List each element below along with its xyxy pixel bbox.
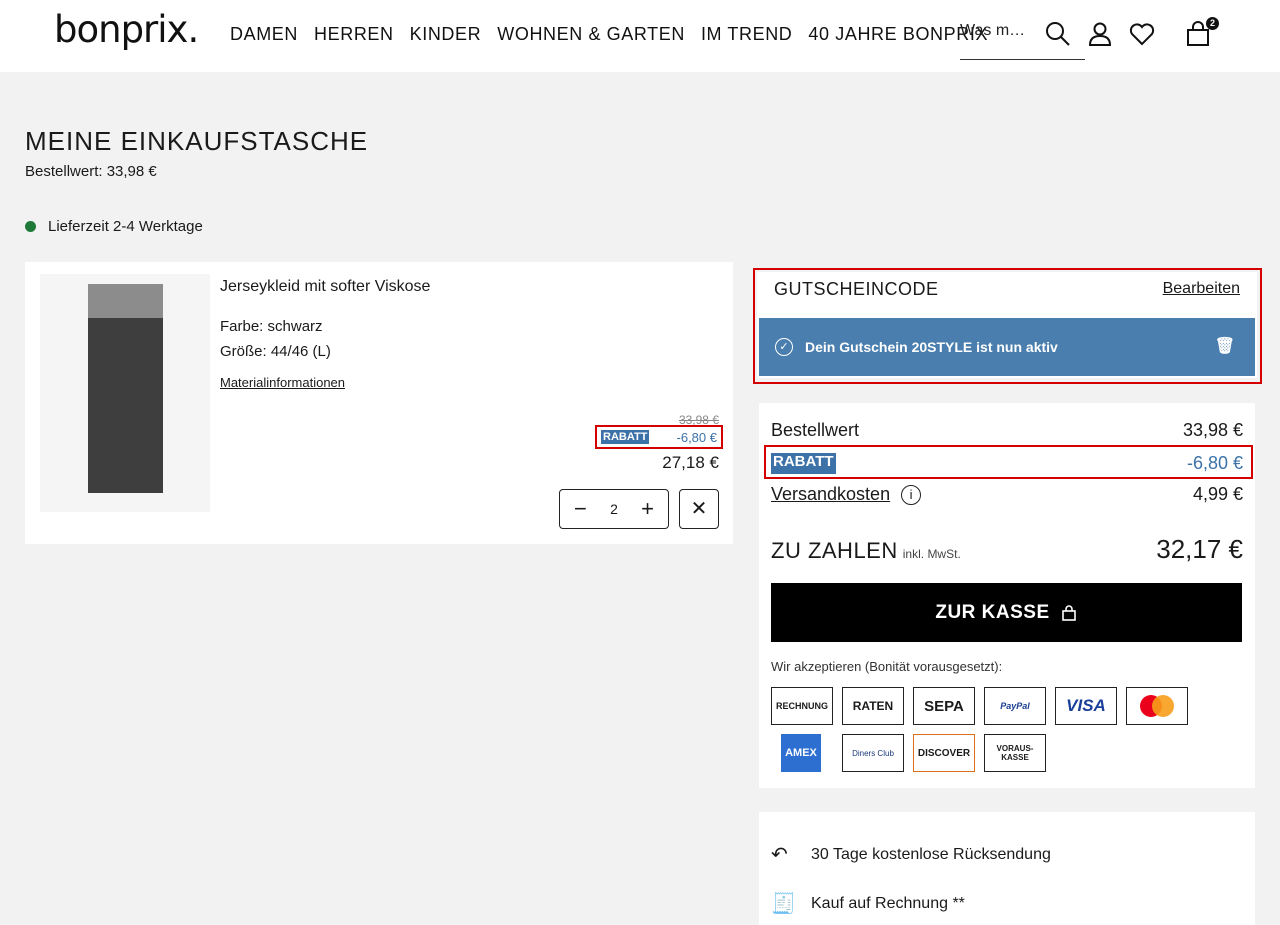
quantity-stepper: − 2 + — [559, 489, 669, 529]
checkout-button[interactable]: ZUR KASSE — [771, 583, 1242, 642]
to-pay-label: ZU ZAHLEN — [771, 538, 898, 563]
payment-mastercard-logo — [1126, 687, 1188, 725]
order-value-amount: 33,98 € — [1182, 420, 1243, 440]
check-circle-icon: ✓ — [775, 338, 793, 356]
invoice-text: Kauf auf Rechnung ** — [811, 894, 965, 912]
returns-info: ↶ 30 Tage kostenlose Rücksendung — [771, 842, 1051, 867]
material-info-link[interactable]: Materialinformationen — [220, 375, 345, 390]
product-image-body — [88, 318, 163, 493]
nav-herren[interactable]: HERREN — [314, 24, 394, 45]
checkout-label: ZUR KASSE — [935, 601, 1050, 623]
voucher-message: Dein Gutschein 20STYLE ist nun aktiv — [805, 339, 1058, 355]
shipping-amount: 4,99 € — [1192, 484, 1243, 504]
summary-shipping-row: Versandkosten i 4,99 € — [771, 484, 1243, 506]
voucher-edit-link[interactable]: Bearbeiten — [1163, 280, 1240, 298]
cart-item-card: Jerseykleid mit softer Viskose Farbe: sc… — [25, 262, 733, 544]
summary-discount-highlight — [764, 445, 1253, 479]
user-icon[interactable] — [1086, 20, 1114, 48]
status-dot-icon — [25, 221, 36, 232]
product-color: Farbe: schwarz — [220, 318, 323, 335]
remove-item-button[interactable]: ✕ — [679, 489, 719, 529]
service-info: ↶ 30 Tage kostenlose Rücksendung 🧾 Kauf … — [759, 812, 1255, 925]
product-image-top — [88, 284, 163, 318]
payment-visa-logo: VISA — [1055, 687, 1117, 725]
plus-button[interactable]: + — [641, 496, 654, 522]
voucher-panel: GUTSCHEINCODE Bearbeiten ✓ Dein Gutschei… — [757, 272, 1257, 378]
nav-im-trend[interactable]: IM TREND — [701, 24, 792, 45]
cart-count-badge: 2 — [1206, 17, 1219, 30]
payment-sepa-logo: SEPA — [913, 687, 975, 725]
payment-diners-logo: Diners Club — [842, 734, 904, 772]
page-title: MEINE EINKAUFSTASCHE — [25, 126, 369, 156]
payment-amex-logo: AMEX — [781, 734, 821, 772]
discount-badge: RABATT — [601, 430, 650, 444]
order-value-label: Bestellwert — [771, 420, 860, 440]
total-amount: 32,17 € — [1156, 534, 1243, 564]
heart-icon[interactable] — [1128, 20, 1156, 48]
payment-discover-logo: DISCOVER — [913, 734, 975, 772]
product-image[interactable] — [40, 274, 210, 512]
item-discount-highlight: RABATT -6,80 € — [595, 425, 723, 449]
nav-kinder[interactable]: KINDER — [410, 24, 482, 45]
quantity-value[interactable]: 2 — [610, 501, 618, 517]
summary-total-row: ZU ZAHLEN inkl. MwSt. 32,17 € — [771, 534, 1243, 565]
minus-button[interactable]: − — [574, 496, 587, 522]
tax-note: inkl. MwSt. — [902, 547, 961, 561]
receipt-icon: 🧾 — [771, 893, 796, 915]
payment-paypal-logo: PayPal — [984, 687, 1046, 725]
return-arrow-icon: ↶ — [771, 844, 788, 866]
bonprix-logo[interactable]: bonprix. — [54, 8, 199, 51]
search-icon[interactable] — [1044, 20, 1072, 48]
item-discount-value: -6,80 € — [676, 430, 717, 445]
delivery-info: Lieferzeit 2-4 Werktage — [25, 218, 203, 235]
payment-invoice-logo: RECHNUNG — [771, 687, 833, 725]
accepted-payments-label: Wir akzeptieren (Bonität vorausgesetzt): — [771, 659, 1003, 674]
main-nav: DAMEN HERREN KINDER WOHNEN & GARTEN IM T… — [230, 24, 1004, 45]
site-header: bonprix. DAMEN HERREN KINDER WOHNEN & GA… — [0, 0, 1280, 72]
product-size: Größe: 44/46 (L) — [220, 343, 331, 360]
voucher-active-banner: ✓ Dein Gutschein 20STYLE ist nun aktiv 🗑 — [759, 318, 1255, 376]
shipping-label[interactable]: Versandkosten — [771, 484, 890, 504]
payment-installments-logo: RATEN — [842, 687, 904, 725]
returns-text: 30 Tage kostenlose Rücksendung — [811, 845, 1051, 863]
info-icon[interactable]: i — [901, 485, 922, 506]
voucher-title: GUTSCHEINCODE — [774, 279, 939, 299]
summary-order-value-row: Bestellwert 33,98 € — [771, 420, 1243, 441]
lock-bag-icon — [1061, 604, 1076, 621]
item-price: 27,18 € — [662, 453, 719, 472]
delivery-text: Lieferzeit 2-4 Werktage — [48, 218, 203, 235]
mastercard-icon — [1140, 695, 1174, 717]
product-name[interactable]: Jerseykleid mit softer Viskose — [220, 278, 430, 296]
trash-icon[interactable]: 🗑 — [1215, 336, 1235, 356]
nav-wohnen-garten[interactable]: WOHNEN & GARTEN — [497, 24, 685, 45]
nav-damen[interactable]: DAMEN — [230, 24, 298, 45]
order-value-subtitle: Bestellwert: 33,98 € — [25, 163, 157, 180]
invoice-info: 🧾 Kauf auf Rechnung ** — [771, 891, 965, 916]
payment-prepayment-logo: VORAUS-KASSE — [984, 734, 1046, 772]
